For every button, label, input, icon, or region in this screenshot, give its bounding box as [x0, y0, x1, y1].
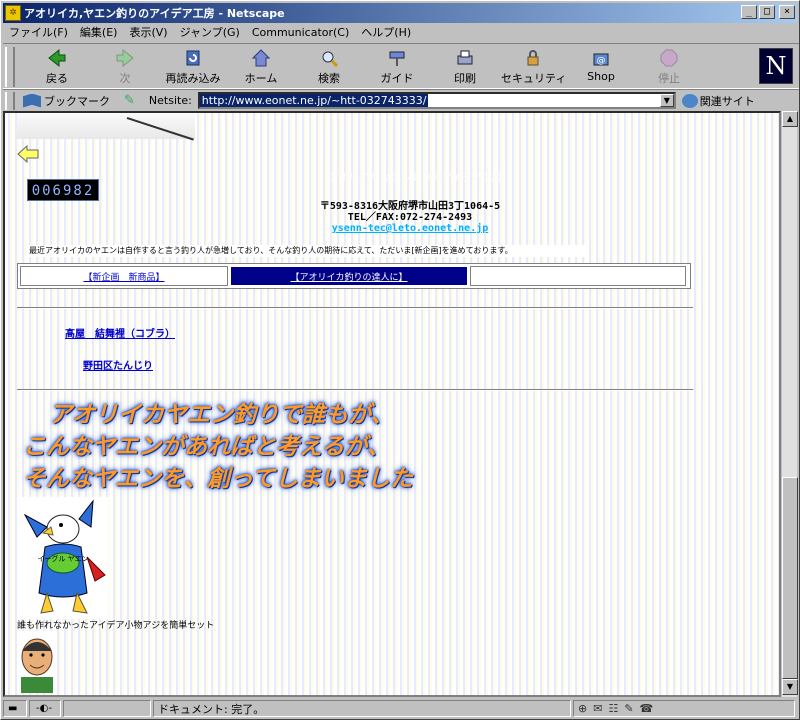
page-proxy-icon[interactable]: ✎ [124, 93, 135, 108]
lock-icon [521, 48, 545, 68]
dial-icon[interactable]: ☎ [640, 702, 654, 715]
menu-edit[interactable]: 編集(E) [80, 24, 118, 40]
page-content: 006982 アオリイカ ヤエン釣りのアイデア工房 〒593-8316大阪府堺市… [3, 111, 781, 697]
link-cobra[interactable]: 髙屋 結舞裡（コブラ） [65, 325, 175, 340]
banner-line: そんなヤエンを、創ってしまいました [23, 466, 413, 492]
page-heading: アオリイカ ヤエン釣りのアイデア工房 [328, 173, 502, 184]
menu-view[interactable]: 表示(V) [129, 24, 167, 40]
stop-button[interactable]: 停止 [637, 48, 701, 86]
scroll-up-icon[interactable]: ▲ [782, 111, 798, 127]
menu-bar: ファイル(F) 編集(E) 表示(V) ジャンプ(G) Communicator… [3, 23, 797, 41]
title-bar: ✲ アオリイカ,ヤエン釣りのアイデア工房 - Netscape _ □ × [3, 3, 797, 23]
bookmarks-button[interactable]: ブックマーク [23, 93, 110, 109]
related-sites-button[interactable]: 関連サイト [681, 93, 755, 109]
postal-address: 〒593-8316大阪府堺市山田3丁1064-5 [319, 201, 501, 212]
security-status-icon[interactable]: ▬ [3, 700, 27, 717]
close-button[interactable]: × [779, 5, 795, 19]
scroll-thumb[interactable] [782, 477, 798, 679]
vertical-scrollbar[interactable]: ▲ ▼ [781, 111, 798, 697]
toolbar-grip[interactable] [5, 47, 15, 87]
shop-icon: @ [589, 48, 613, 68]
url-input[interactable]: http://www.eonet.ne.jp/~htt-032743333/ ▼ [197, 92, 676, 109]
window-controls: _ □ × [741, 5, 795, 19]
stop-icon [657, 48, 681, 68]
back-arrow-icon [45, 48, 69, 68]
nav-expert[interactable]: 【アオリイカ釣りの達人に】 [230, 266, 468, 286]
nav-new-products[interactable]: 【新企画 新商品】 [20, 266, 228, 286]
url-dropdown-icon[interactable]: ▼ [659, 94, 674, 107]
security-button[interactable]: セキュリティ [501, 48, 566, 86]
nav-empty-cell [470, 266, 686, 286]
print-button[interactable]: 印刷 [433, 48, 497, 86]
scroll-down-icon[interactable]: ▼ [782, 679, 798, 695]
contact-address: 〒593-8316大阪府堺市山田3丁1064-5 TEL／FAX:072-274… [265, 201, 555, 234]
window-title: アオリイカ,ヤエン釣りのアイデア工房 - Netscape [24, 7, 285, 20]
netsite-label: Netsite: [148, 94, 192, 107]
menu-jump[interactable]: ジャンプ(G) [180, 24, 240, 40]
home-icon [249, 48, 273, 68]
reload-button[interactable]: 再読み込み [161, 48, 225, 86]
status-message-cell: ドキュメント: 完了。 [153, 700, 571, 717]
menu-file[interactable]: ファイル(F) [9, 24, 68, 40]
shop-button[interactable]: @ Shop [569, 48, 633, 86]
reload-icon [181, 48, 205, 68]
mail-icon[interactable]: ✉ [593, 702, 602, 715]
navigation-toolbar: 戻る 次 再読み込み ホーム 検索 ガイド 印刷 セキュリティ @ Shop 停… [3, 43, 799, 89]
status-bar: ▬ -◐- ドキュメント: 完了。 ⊕ ✉ ☷ ✎ ☎ [3, 698, 799, 719]
divider [17, 389, 693, 391]
access-counter: 006982 [27, 179, 99, 201]
fishing-rod-image [17, 113, 195, 141]
intro-text: 最近アオリイカのヤエンは自作すると言う釣り人が急増しており、そんな釣り人の期待に… [27, 245, 587, 257]
progress-bar [63, 700, 151, 717]
back-arrow-image[interactable] [17, 145, 39, 163]
navigator-icon[interactable]: ⊕ [578, 702, 587, 715]
banner-line: こんなヤエンがあればと考えるが、 [23, 434, 390, 460]
component-bar: ⊕ ✉ ☷ ✎ ☎ [573, 700, 795, 717]
status-message: ドキュメント: 完了。 [158, 702, 265, 716]
product-caption: 誰も作れなかったアイデア小物アジを簡単セット [17, 621, 215, 631]
location-bar: ブックマーク ✎ Netsite: http://www.eonet.ne.jp… [3, 89, 799, 111]
divider [17, 307, 693, 309]
eagle-mascot-image[interactable]: イーグル ヤエン [17, 497, 109, 619]
guide-icon [385, 48, 409, 68]
browser-window: ✲ アオリイカ,ヤエン釣りのアイデア工房 - Netscape _ □ × ファ… [0, 0, 800, 720]
promo-banner: アオリイカヤエン釣りで誰もが、 こんなヤエンがあればと考えるが、 そんなヤエンを… [23, 399, 503, 495]
svg-text:@: @ [597, 56, 606, 66]
maximize-button[interactable]: □ [759, 5, 775, 19]
email-link[interactable]: ysenn-tec@leto.eonet.ne.jp [265, 223, 555, 234]
search-icon [317, 48, 341, 68]
discussions-icon[interactable]: ☷ [608, 702, 618, 715]
url-text: http://www.eonet.ne.jp/~htt-032743333/ [199, 94, 429, 107]
menu-help[interactable]: ヘルプ(H) [361, 24, 411, 40]
related-sites-icon [681, 93, 698, 108]
minimize-button[interactable]: _ [741, 5, 757, 19]
menu-communicator[interactable]: Communicator(C) [252, 26, 349, 39]
print-icon [453, 48, 477, 68]
connection-status-icon: -◐- [29, 700, 61, 717]
netscape-app-icon: ✲ [5, 5, 21, 21]
forward-arrow-icon [113, 48, 137, 68]
search-button[interactable]: 検索 [297, 48, 361, 86]
netscape-logo[interactable]: N [759, 48, 793, 84]
author-portrait-image [17, 631, 57, 693]
home-button[interactable]: ホーム [229, 48, 293, 86]
svg-text:イーグル ヤエン: イーグル ヤエン [37, 554, 88, 563]
nav-table: 【新企画 新商品】 【アオリイカ釣りの達人に】 [17, 263, 691, 289]
banner-line: アオリイカヤエン釣りで誰もが、 [49, 402, 394, 428]
location-grip[interactable] [5, 91, 15, 110]
forward-button[interactable]: 次 [93, 48, 157, 86]
guide-button[interactable]: ガイド [365, 48, 429, 86]
composer-icon[interactable]: ✎ [624, 702, 633, 715]
back-button[interactable]: 戻る [25, 48, 89, 86]
bookmark-icon [23, 93, 41, 108]
link-danjiri[interactable]: 野田区たんじり [83, 357, 153, 372]
phone-fax: TEL／FAX:072-274-2493 [347, 212, 473, 223]
